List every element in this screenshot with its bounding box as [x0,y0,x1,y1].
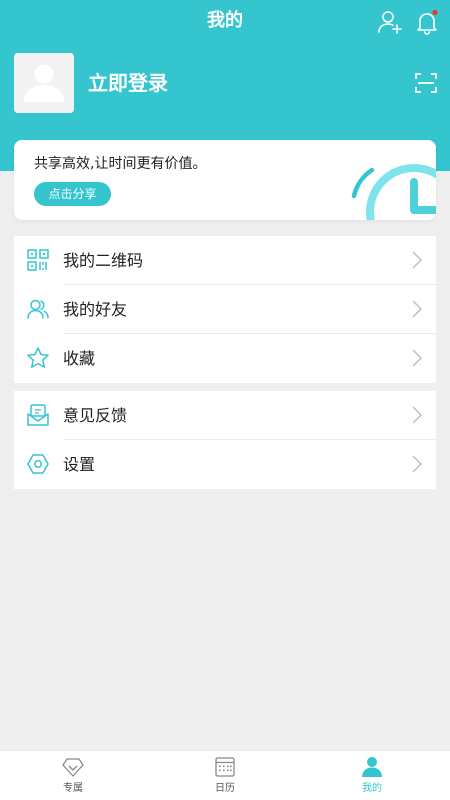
qr-code-icon [26,248,50,272]
menu-item-feedback[interactable]: 意见反馈 [14,391,436,440]
menu-item-label: 意见反馈 [63,406,128,425]
menu-item-friends[interactable]: 我的好友 [14,285,436,334]
share-card: 共享高效,让时间更有价值。 点击分享 [14,140,436,220]
diamond-icon [62,756,84,778]
menu-group-secondary: 意见反馈 设置 [14,391,436,489]
bell-icon [417,9,438,35]
avatar[interactable] [14,53,74,113]
tab-label: 日历 [215,783,235,794]
bottom-tab-bar: 专属 日历 我的 [0,750,450,800]
menu-item-label: 收藏 [63,349,96,368]
menu-item-favorites[interactable]: 收藏 [14,334,436,383]
tab-label: 专属 [63,783,83,794]
tab-calendar[interactable]: 日历 [190,755,260,799]
share-button[interactable]: 点击分享 [34,182,111,206]
scan-icon [415,73,437,93]
calendar-icon [214,756,236,778]
menu-item-label: 我的二维码 [63,251,144,270]
menu-item-label: 我的好友 [63,300,128,319]
clock-decoration-icon [344,150,436,220]
tab-label: 我的 [362,783,382,794]
menu-item-settings[interactable]: 设置 [14,440,436,489]
menu-item-label: 设置 [63,455,96,474]
settings-icon [26,452,50,476]
share-slogan: 共享高效,让时间更有价值。 [34,156,207,172]
person-icon [361,756,383,778]
menu-item-qr-code[interactable]: 我的二维码 [14,236,436,285]
tab-exclusive[interactable]: 专属 [38,755,108,799]
login-link[interactable]: 立即登录 [88,70,168,96]
chevron-right-icon [410,454,424,474]
add-user-icon [378,11,402,34]
chevron-right-icon [410,348,424,368]
star-icon [26,346,50,370]
notification-button[interactable] [414,9,440,35]
chevron-right-icon [410,299,424,319]
friends-icon [26,297,50,321]
default-avatar-icon [14,53,74,113]
chevron-right-icon [410,405,424,425]
tab-mine[interactable]: 我的 [337,755,407,799]
scan-button[interactable] [414,71,438,95]
add-friend-button[interactable] [377,9,403,35]
chevron-right-icon [410,250,424,270]
menu-group-main: 我的二维码 我的好友 收藏 [14,236,436,383]
feedback-icon [26,403,50,427]
